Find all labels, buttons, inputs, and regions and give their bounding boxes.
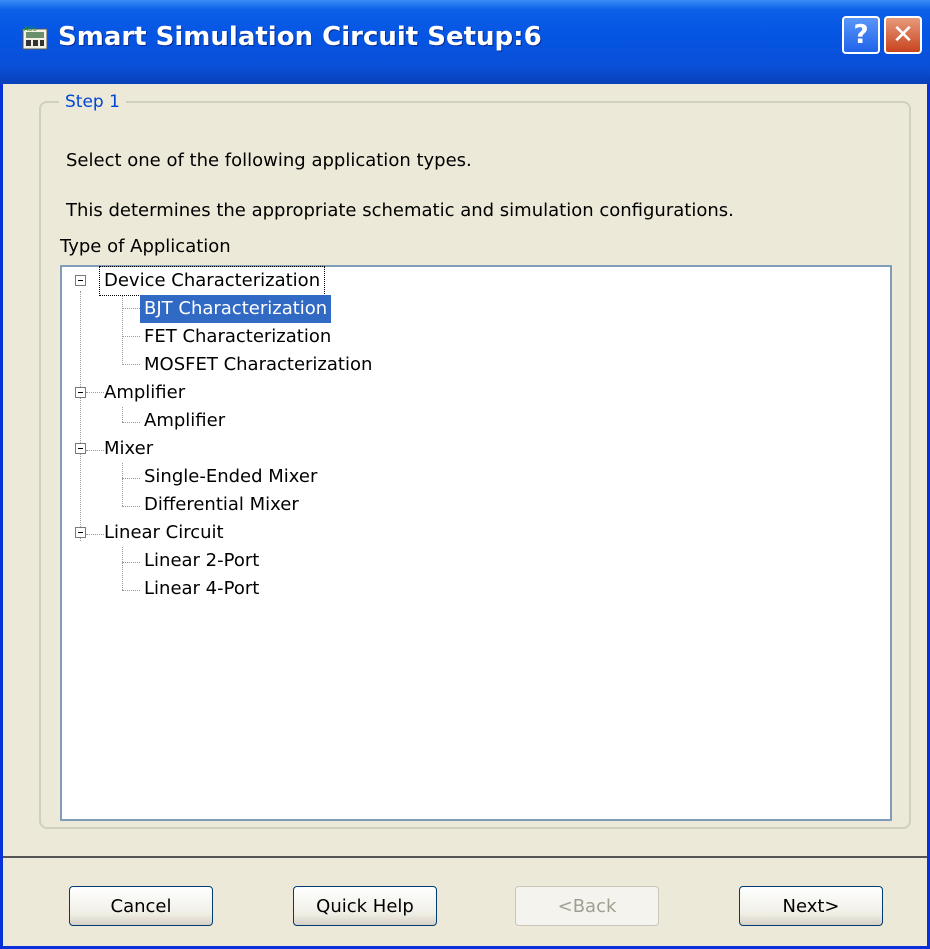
tree-root-line [80,291,81,541]
instruction-select: Select one of the following application … [66,150,472,171]
help-button[interactable]: ? [842,16,880,54]
close-button[interactable]: ✕ [884,16,922,54]
collapse-toggle-mixer[interactable] [75,443,86,454]
close-icon: ✕ [892,20,914,50]
step-legend: Step 1 [59,92,126,112]
tree-connector [122,506,140,507]
tree-group-mixer[interactable]: Mixer [100,435,157,463]
tree-branch-line [122,295,123,365]
tree-connector [122,364,140,365]
tree-item-linear-4-port[interactable]: Linear 4-Port [140,575,263,603]
tree-connector [122,478,140,479]
dialog-window: ADS Smart Simulation Circuit Setup:6 ? ✕… [0,0,930,949]
tree-connector [122,422,140,423]
app-icon: ADS [22,26,48,50]
tree-group-amplifier[interactable]: Amplifier [100,379,189,407]
tree-branch-line [122,463,123,506]
window-title: Smart Simulation Circuit Setup:6 [58,22,542,52]
next-button[interactable]: Next> [739,886,883,926]
help-icon: ? [853,20,869,50]
tree-label: Type of Application [60,236,231,257]
instruction-determines: This determines the appropriate schemati… [66,200,734,221]
collapse-toggle-device-characterization[interactable] [75,275,86,286]
tree-branch-line [122,547,123,590]
title-bar[interactable]: ADS Smart Simulation Circuit Setup:6 ? ✕ [0,0,930,84]
tree-connector [122,336,140,337]
collapse-toggle-linear-circuit[interactable] [75,527,86,538]
tree-item-fet-characterization[interactable]: FET Characterization [140,323,335,351]
dialog-content: Step 1 Select one of the following appli… [3,84,927,946]
tree-connector [122,590,140,591]
tree-item-differential-mixer[interactable]: Differential Mixer [140,491,303,519]
back-button[interactable]: <Back [515,886,659,926]
tree-item-bjt-characterization[interactable]: BJT Characterization [140,295,332,323]
collapse-toggle-amplifier[interactable] [75,387,86,398]
cancel-button[interactable]: Cancel [69,886,213,926]
application-type-tree[interactable]: Device Characterization BJT Characteriza… [60,265,892,821]
tree-group-linear-circuit[interactable]: Linear Circuit [100,519,228,547]
tree-item-amplifier[interactable]: Amplifier [140,407,229,435]
tree-item-linear-2-port[interactable]: Linear 2-Port [140,547,263,575]
svg-text:ADS: ADS [24,26,37,33]
quick-help-button[interactable]: Quick Help [293,886,437,926]
tree-group-device-characterization[interactable]: Device Characterization [98,266,326,296]
tree-item-mosfet-characterization[interactable]: MOSFET Characterization [140,351,376,379]
tree-connector [122,308,140,309]
tree-item-single-ended-mixer[interactable]: Single-Ended Mixer [140,463,321,491]
tree-branch-line [122,407,123,422]
tree-connector [122,562,140,563]
button-separator [3,856,927,858]
